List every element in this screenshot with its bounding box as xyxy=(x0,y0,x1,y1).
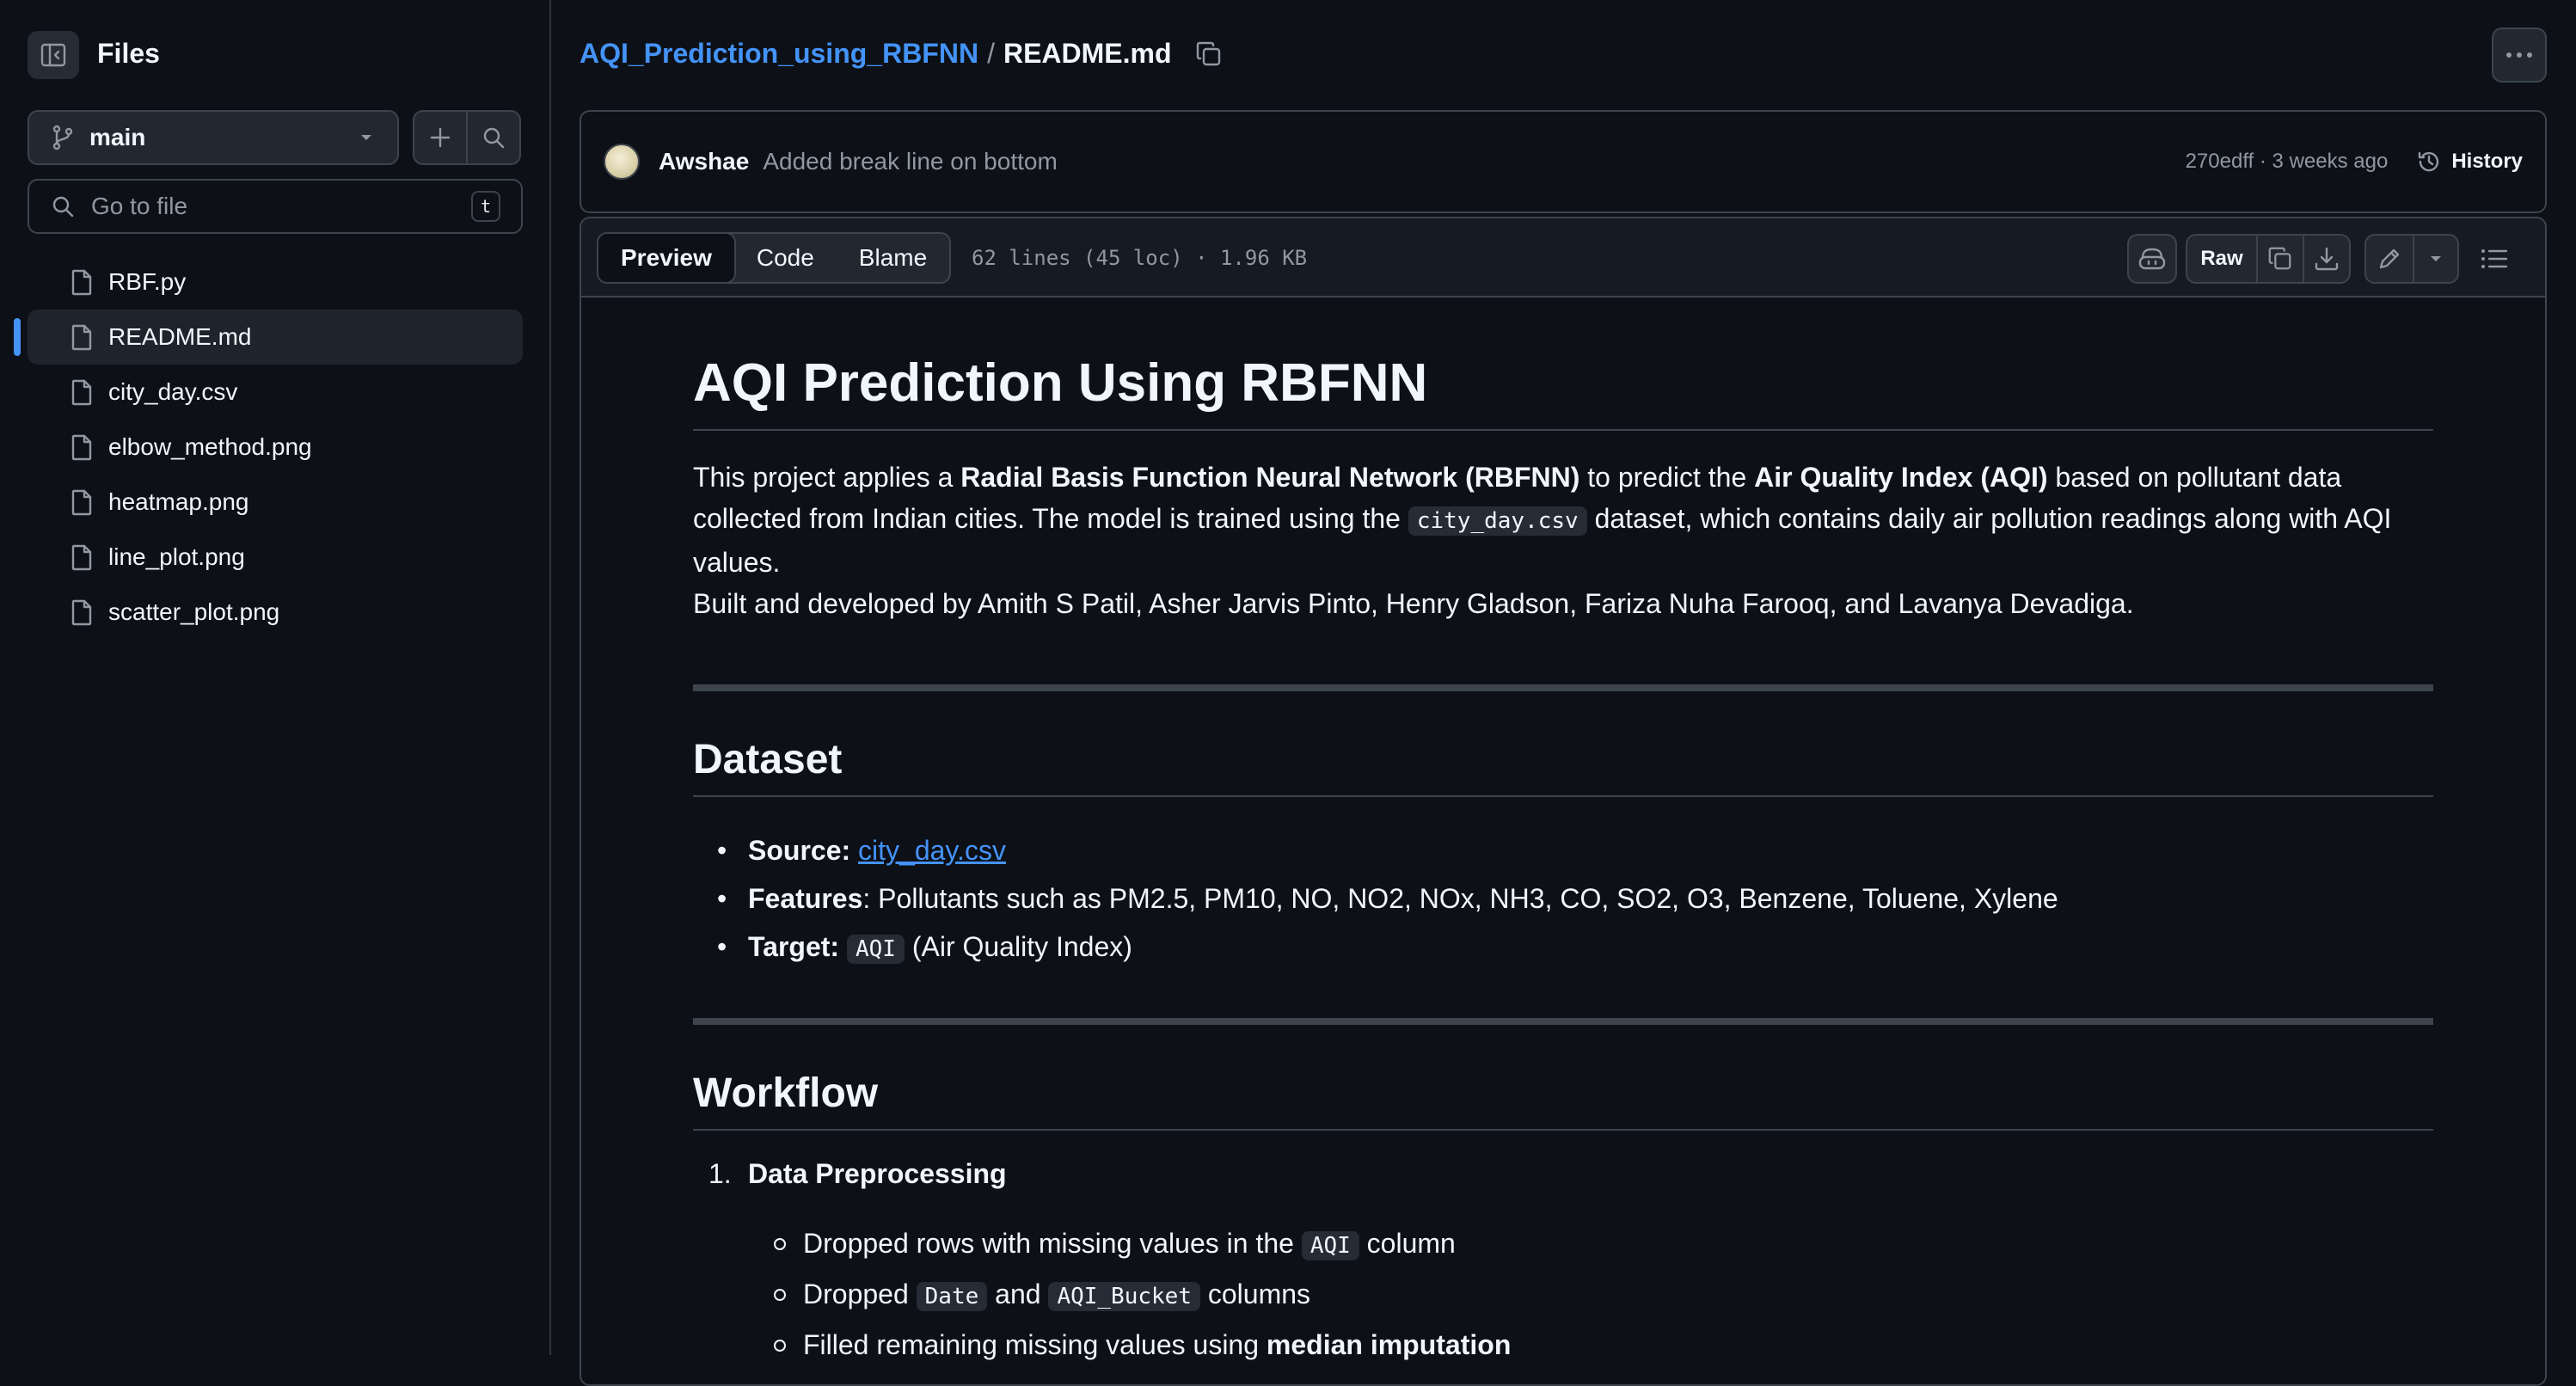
file-tree-item[interactable]: RBF.py xyxy=(28,255,523,310)
credits-paragraph: Built and developed by Amith S Patil, As… xyxy=(693,588,2134,619)
commit-author[interactable]: Awshae xyxy=(659,148,749,175)
search-code-button[interactable] xyxy=(466,110,521,165)
workflow-steps: 1. Data Preprocessing Dropped rows with … xyxy=(693,1158,2433,1369)
download-raw-file-button[interactable] xyxy=(2303,234,2351,284)
list-item: Dropped Date and AQI_Bucket columns xyxy=(748,1270,2433,1321)
tab-code[interactable]: Code xyxy=(734,234,837,282)
caret-down-icon xyxy=(2431,256,2441,261)
download-icon xyxy=(2315,247,2339,271)
tab-blame[interactable]: Blame xyxy=(837,234,949,282)
view-mode-tabs: Preview Code Blame xyxy=(597,232,952,284)
file-name: RBF.py xyxy=(108,268,187,295)
file-icon xyxy=(71,489,92,516)
go-to-file-search[interactable]: t xyxy=(28,179,523,234)
collapse-sidebar-button[interactable] xyxy=(28,31,79,79)
horizontal-rule xyxy=(693,684,2433,691)
file-tree-item[interactable]: elbow_method.png xyxy=(28,420,523,475)
dataset-list: Source: city_day.csv Features: Pollutant… xyxy=(693,826,2433,973)
copy-path-button[interactable] xyxy=(1194,40,1224,69)
latest-commit-bar: Awshae Added break line on bottom 270edf… xyxy=(580,110,2547,213)
readme-title: AQI Prediction Using RBFNN xyxy=(693,297,2433,431)
commit-message[interactable]: Added break line on bottom xyxy=(763,148,2185,175)
outline-button[interactable] xyxy=(2469,234,2519,284)
add-file-button[interactable] xyxy=(413,110,468,165)
file-tree-item[interactable]: README.md xyxy=(14,310,523,365)
breadcrumb: AQI_Prediction_using_RBFNN / README.md xyxy=(580,38,1224,70)
inline-code: AQI_Bucket xyxy=(1048,1282,1200,1311)
list-item: Dropped rows with missing values in the … xyxy=(748,1219,2433,1270)
file-icon xyxy=(71,324,92,351)
pencil-icon xyxy=(2379,248,2400,269)
file-icon xyxy=(71,599,92,626)
file-icon xyxy=(71,269,92,296)
edit-options-dropdown[interactable] xyxy=(2413,234,2459,284)
git-branch-icon xyxy=(52,125,73,150)
keyboard-shortcut-hint: t xyxy=(471,191,500,222)
list-item: Source: city_day.csv xyxy=(693,826,2433,874)
tab-preview[interactable]: Preview xyxy=(598,234,736,282)
file-icon xyxy=(71,434,92,461)
horizontal-rule xyxy=(693,1018,2433,1025)
history-icon xyxy=(2419,151,2439,172)
preprocessing-list: Dropped rows with missing values in the … xyxy=(748,1219,2433,1369)
more-options-button[interactable] xyxy=(2492,28,2547,83)
history-label: History xyxy=(2451,150,2523,173)
inline-code: AQI xyxy=(846,935,905,964)
inline-code: city_day.csv xyxy=(1408,506,1587,536)
file-name: line_plot.png xyxy=(108,543,245,570)
list-item: Filled remaining missing values using me… xyxy=(748,1321,2433,1369)
commit-hash-and-time[interactable]: 270edff · 3 weeks ago xyxy=(2186,150,2389,174)
list-item: Features: Pollutants such as PM2.5, PM10… xyxy=(693,874,2433,923)
search-icon xyxy=(52,196,74,218)
breadcrumb-separator: / xyxy=(987,38,995,69)
raw-button[interactable]: Raw xyxy=(2186,234,2258,284)
plus-icon xyxy=(430,127,451,148)
dataset-heading: Dataset xyxy=(693,736,2433,797)
repo-link[interactable]: AQI_Prediction_using_RBFNN xyxy=(580,38,978,70)
workflow-step: 1. Data Preprocessing Dropped rows with … xyxy=(693,1158,2433,1369)
file-name: elbow_method.png xyxy=(108,433,312,460)
workflow-heading: Workflow xyxy=(693,1070,2433,1131)
copilot-icon xyxy=(2138,248,2166,270)
file-name: city_day.csv xyxy=(108,378,238,405)
copy-raw-file-button[interactable] xyxy=(2256,234,2304,284)
branch-selector[interactable]: main xyxy=(28,110,399,165)
sidebar-title: Files xyxy=(97,38,160,69)
search-icon xyxy=(483,127,505,149)
copilot-button[interactable] xyxy=(2127,234,2177,284)
file-tree-item[interactable]: scatter_plot.png xyxy=(28,585,523,640)
file-name: README.md xyxy=(108,323,252,350)
edit-file-button[interactable] xyxy=(2364,234,2414,284)
file-name: scatter_plot.png xyxy=(108,598,280,625)
file-tree-sidebar: Files main t RBF.pyREADM xyxy=(0,0,551,1355)
inline-code: Date xyxy=(916,1282,988,1311)
intro-paragraph: This project applies a Radial Basis Func… xyxy=(693,462,2392,578)
readme-content: AQI Prediction Using RBFNN This project … xyxy=(693,297,2433,1369)
file-stats: 62 lines (45 loc) · 1.96 KB xyxy=(972,246,1308,270)
file-tree-item[interactable]: line_plot.png xyxy=(28,530,523,585)
file-tree-item[interactable]: heatmap.png xyxy=(28,475,523,530)
go-to-file-input[interactable] xyxy=(91,193,471,220)
file-header-toolbar: Preview Code Blame 62 lines (45 loc) · 1… xyxy=(581,218,2545,297)
file-name: heatmap.png xyxy=(108,488,249,515)
file-tree-item[interactable]: city_day.csv xyxy=(28,365,523,420)
file-icon xyxy=(71,544,92,571)
inline-code: AQI xyxy=(1301,1231,1359,1260)
history-button[interactable]: History xyxy=(2415,148,2523,175)
list-unordered-icon xyxy=(2481,249,2508,268)
list-item: Target: AQI (Air Quality Index) xyxy=(693,923,2433,973)
copy-icon xyxy=(1196,41,1220,65)
dataset-source-link[interactable]: city_day.csv xyxy=(858,835,1006,866)
kebab-horizontal-icon xyxy=(2506,52,2532,58)
file-viewer: Preview Code Blame 62 lines (45 loc) · 1… xyxy=(580,217,2547,1386)
author-avatar[interactable] xyxy=(604,144,640,180)
copy-icon xyxy=(2268,247,2291,270)
caret-down-icon xyxy=(361,135,371,140)
file-icon xyxy=(71,379,92,406)
file-list: RBF.py README.md city_day.csv elbow_method.… xyxy=(14,255,523,640)
sidebar-collapse-icon xyxy=(40,43,66,67)
current-file-name: README.md xyxy=(1003,38,1172,69)
branch-name: main xyxy=(89,124,146,150)
